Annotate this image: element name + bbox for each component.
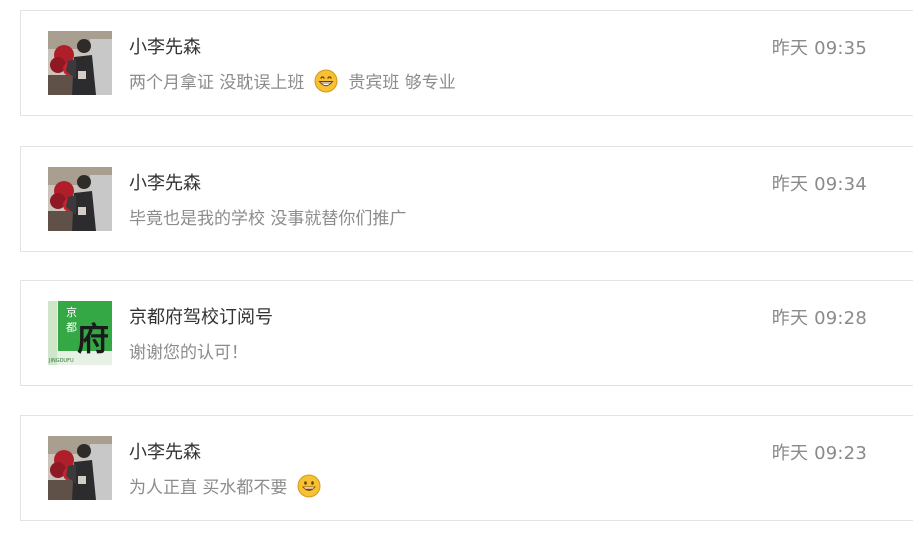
message-text-part: 两个月拿证 没耽误上班 [129,73,305,93]
svg-text:JINGDUFU: JINGDUFU [48,358,74,364]
timestamp: 昨天 09:28 [771,308,867,329]
school-logo-icon: 京 都 府 JINGDUFU [48,301,112,365]
svg-text:都: 都 [66,321,77,334]
message-text-part: 毕竟也是我的学校 没事就替你们推广 [129,209,407,229]
user-avatar-photo [48,31,112,95]
timestamp: 昨天 09:35 [771,38,867,59]
message-text: 毕竟也是我的学校 没事就替你们推广 [129,204,406,229]
message-text-part: 贵宾班 够专业 [348,73,456,93]
message-text-part: 谢谢您的认可！ [129,343,248,363]
timestamp: 昨天 09:34 [771,174,867,195]
svg-text:京: 京 [66,305,77,319]
message-text: 两个月拿证 没耽误上班 贵宾班 够专业 [129,68,456,93]
sender-name: 小李先森 [129,442,201,463]
avatar[interactable] [48,167,112,231]
user-avatar-photo [48,436,112,500]
message-text: 为人正直 买水都不要 [129,473,331,498]
sender-name: 小李先森 [129,173,201,194]
sender-name: 小李先森 [129,37,201,58]
avatar[interactable] [48,436,112,500]
smiling-face-icon [297,474,321,497]
avatar[interactable]: 京 都 府 JINGDUFU [48,301,112,365]
comment-item[interactable]: 京 都 府 JINGDUFU 京都府驾校订阅号 谢谢您的认可！ 昨天 09:28 [20,280,913,386]
grinning-face-icon [314,69,338,92]
comment-item[interactable]: 小李先森 毕竟也是我的学校 没事就替你们推广 昨天 09:34 [20,146,913,252]
timestamp: 昨天 09:23 [771,443,867,464]
message-text: 谢谢您的认可！ [129,338,248,363]
svg-text:府: 府 [77,320,109,358]
avatar[interactable] [48,31,112,95]
user-avatar-photo [48,167,112,231]
comment-item[interactable]: 小李先森 两个月拿证 没耽误上班 贵宾班 够专业 昨天 09:35 [20,10,913,116]
comment-item[interactable]: 小李先森 为人正直 买水都不要 昨天 09:23 [20,415,913,521]
message-text-part: 为人正直 买水都不要 [129,478,288,498]
sender-name: 京都府驾校订阅号 [129,307,273,328]
